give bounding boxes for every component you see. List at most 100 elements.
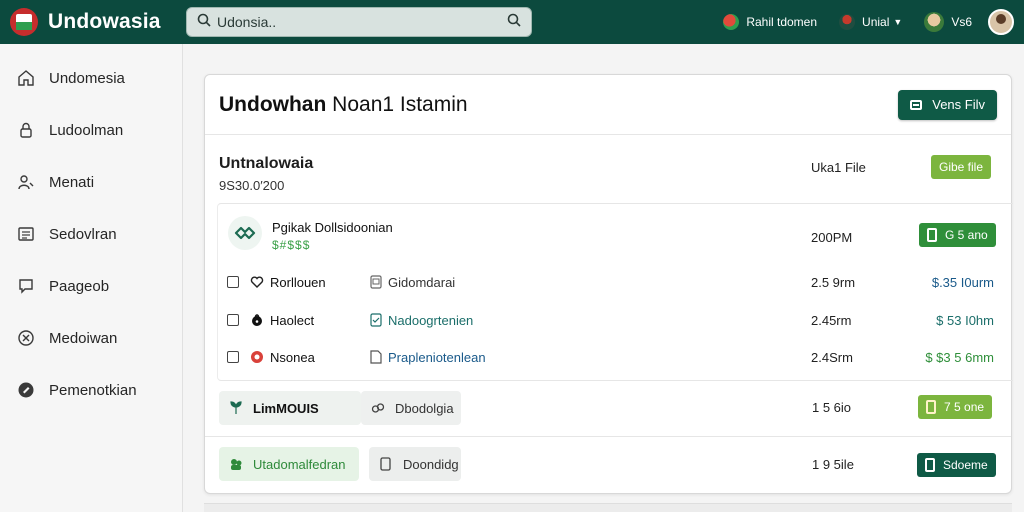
row-price: $.35 I0urm: [931, 274, 994, 290]
feature-time: 200PM: [811, 230, 853, 245]
group-icon: [229, 457, 243, 471]
sidebar-item-user[interactable]: Menati: [0, 156, 182, 208]
footer-chip-label: Dbodolgia: [395, 400, 454, 416]
summary-title: Untnalowaia: [219, 155, 314, 172]
handshake-icon: [228, 216, 262, 250]
footer-chip[interactable]: Utadomalfedran: [219, 447, 359, 481]
notification-icon: [723, 14, 740, 30]
top-action-notifications[interactable]: Rahil tdomen: [723, 14, 817, 30]
profile-badge-icon: [924, 12, 945, 32]
search-input[interactable]: [217, 14, 507, 30]
top-actions: Rahil tdomen Unial ▼ Vs6: [701, 0, 1014, 44]
home-icon: [17, 69, 35, 87]
divider: [205, 436, 1011, 437]
footer-chip[interactable]: LimMOUIS: [219, 391, 361, 425]
main-card: Undowhan Noan1 Istamin Vens Filv Untnalo…: [204, 74, 1013, 494]
app-logo-icon: [10, 8, 38, 36]
document-icon: [379, 457, 393, 471]
view-file-button[interactable]: Vens Filv: [898, 89, 997, 120]
feature-name: Pgikak Dollsidoonian: [272, 220, 393, 235]
feature-action-label: G 5 ano: [945, 228, 988, 242]
table-row[interactable]: Rorllouen Gidomdarai 2.5 9rm $.35 I0urm: [218, 270, 1014, 294]
row-checkbox[interactable]: [227, 276, 239, 288]
table-row[interactable]: Haolect Nadoogrtenien 2.45rm $ 53 I0hm: [218, 308, 1014, 332]
document-icon: [926, 400, 936, 414]
footer-action-button[interactable]: 7 5 one: [918, 395, 993, 419]
row-name: Haolect: [270, 312, 315, 328]
top-action-label: Unial: [862, 15, 890, 29]
summary-file-label: Uka1 File: [811, 160, 866, 175]
row-time: 2.5 9rm: [811, 274, 856, 290]
summary-section: Untnalowaia 9S30.0′200 Uka1 File Gibe fi…: [205, 135, 1011, 201]
summary-value: 9S30.0′200: [219, 178, 285, 193]
record-icon: [250, 350, 264, 364]
sidebar: Undomesia Ludoolman Menati Sedovlran Paa…: [0, 44, 183, 512]
sidebar-item-list[interactable]: Sedovlran: [0, 208, 182, 260]
sidebar-item-chat[interactable]: Paageob: [0, 260, 182, 312]
row-time: 2.45rm: [811, 312, 852, 328]
table-row[interactable]: Nsonea Prapleniotenlean 2.4Srm $ $3 5 6m…: [218, 345, 1014, 369]
page-title-light: Noan1 Istamin: [332, 92, 468, 116]
items-panel: Pgikak Dollsidoonian $#$$$ 200PM G 5 ano…: [217, 203, 1013, 381]
feature-action-button[interactable]: G 5 ano: [919, 223, 996, 247]
row-description[interactable]: Gidomdarai: [388, 275, 455, 290]
avatar[interactable]: [988, 9, 1014, 35]
search-submit-icon[interactable]: [507, 13, 521, 32]
user-icon: [839, 14, 856, 30]
lock-icon: [17, 121, 35, 139]
top-action-user-menu[interactable]: Unial ▼: [839, 14, 902, 30]
page-title: Undowhan Noan1 Istamin: [219, 93, 468, 117]
chevron-down-icon: ▼: [893, 17, 903, 27]
document-icon: [370, 350, 382, 364]
list-icon: [17, 225, 35, 243]
sidebar-item-security[interactable]: Ludoolman: [0, 104, 182, 156]
app-name: Undowasia: [48, 10, 161, 33]
chat-icon: [17, 277, 35, 295]
lock-icon: [250, 313, 264, 327]
footer-chip-label: Utadomalfedran: [253, 456, 346, 472]
row-description[interactable]: Prapleniotenlean: [388, 350, 486, 365]
footer-chip[interactable]: Doondidg: [369, 447, 461, 481]
top-action-profile[interactable]: Vs6: [924, 12, 972, 32]
footer-action-button[interactable]: Sdoeme: [917, 453, 996, 477]
sidebar-item-label: Paageob: [49, 277, 110, 295]
footer-action-label: Sdoeme: [943, 458, 988, 472]
row-name: Rorllouen: [270, 274, 326, 290]
feature-price-badge: $#$$$: [272, 238, 311, 252]
sidebar-item-label: Pemenotkian: [49, 381, 137, 399]
sidebar-item-close[interactable]: Medoiwan: [0, 312, 182, 364]
row-time: 2.4Srm: [811, 349, 853, 365]
search-bar[interactable]: [186, 7, 532, 37]
sidebar-item-settings[interactable]: Pemenotkian: [0, 364, 182, 416]
page-title-bold: Undowhan: [219, 92, 327, 116]
get-file-button-label: Gibe file: [939, 160, 984, 174]
footer-chip[interactable]: Dbodolgia: [361, 391, 461, 425]
view-file-button-label: Vens Filv: [932, 97, 985, 112]
search-icon[interactable]: [197, 13, 211, 32]
brand[interactable]: Undowasia: [10, 8, 182, 36]
feature-item[interactable]: Pgikak Dollsidoonian $#$$$: [228, 216, 393, 252]
plant-icon: [229, 401, 243, 415]
close-circle-icon: [17, 329, 35, 347]
user-icon: [17, 173, 35, 191]
top-bar: Undowasia Rahil tdomen Unial ▼ Vs6: [0, 0, 1024, 44]
document-icon: [927, 228, 937, 242]
row-checkbox[interactable]: [227, 314, 239, 326]
footer-chip-label: Doondidg: [403, 456, 459, 472]
next-card-edge: [204, 503, 1012, 512]
link-icon: [371, 401, 385, 415]
sidebar-item-home[interactable]: Undomesia: [0, 52, 182, 104]
sidebar-item-label: Undomesia: [49, 69, 125, 87]
sidebar-item-label: Medoiwan: [49, 329, 118, 347]
settings-circle-icon: [17, 381, 35, 399]
row-checkbox[interactable]: [227, 351, 239, 363]
sidebar-item-label: Sedovlran: [49, 225, 117, 243]
footer-time: 1 9 5ile: [812, 457, 854, 472]
top-action-label: Vs6: [951, 15, 972, 29]
row-price: $ $3 5 6mm: [925, 349, 994, 365]
sidebar-item-label: Ludoolman: [49, 121, 124, 139]
row-price: $ 53 I0hm: [936, 312, 994, 328]
sidebar-item-label: Menati: [49, 173, 95, 191]
row-description[interactable]: Nadoogrtenien: [388, 313, 473, 328]
get-file-button[interactable]: Gibe file: [931, 155, 992, 179]
